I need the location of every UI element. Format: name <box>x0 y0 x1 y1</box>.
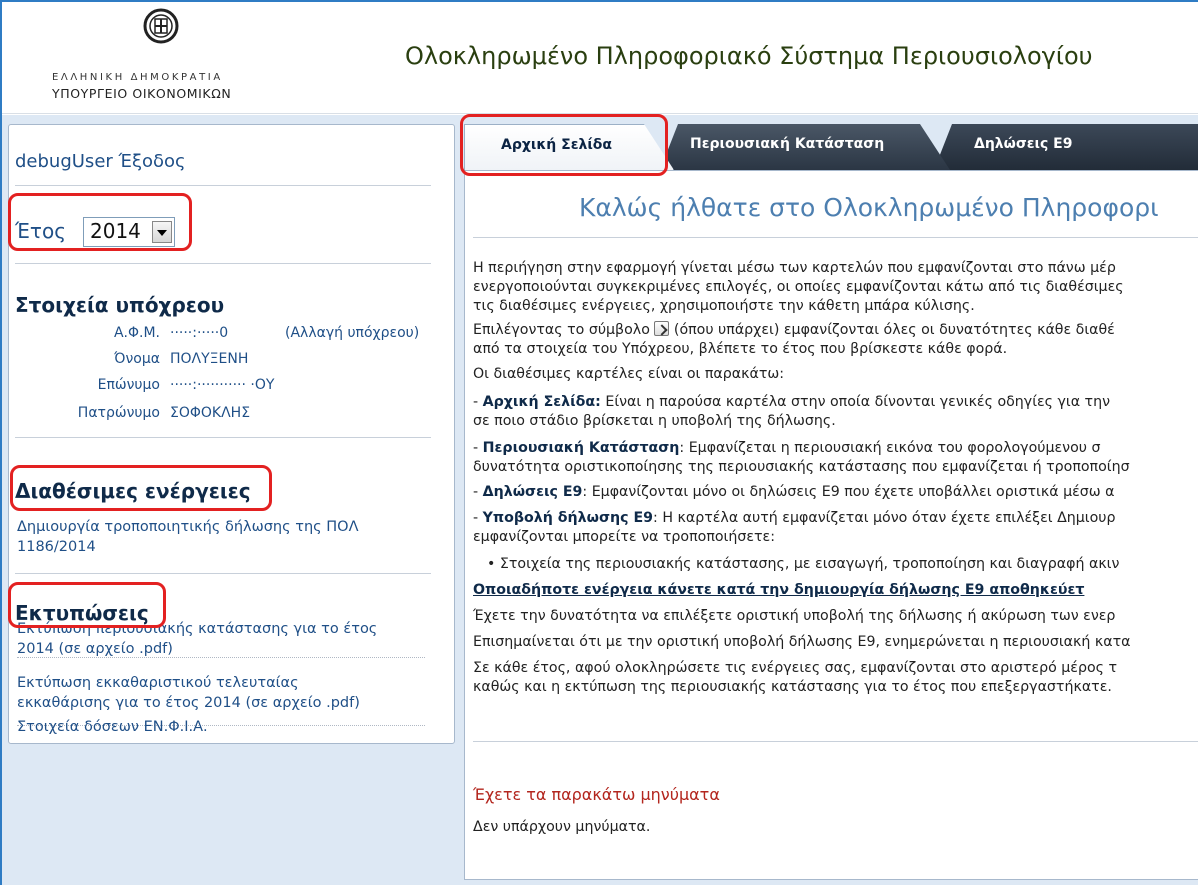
text-line: Η περιήγηση στην εφαρμογή γίνεται μέσω τ… <box>473 260 1116 276</box>
change-taxpayer-link[interactable]: (Αλλαγή υπόχρεου) <box>285 325 419 341</box>
ministry-logo: ΕΛΛΗΝΙΚΗ ΔΗΜΟΚΡΑΤΙΑ ΥΠΟΥΡΓΕΙΟ ΟΙΚΟΝΟΜΙΚΩ… <box>30 6 300 106</box>
sidebar: debugUser Έξοδος Έτος 2014 Στοιχεία υπόχ… <box>8 124 455 744</box>
surname-label: Επώνυμο <box>97 377 160 393</box>
paragraph: Σε κάθε έτος, αφού ολοκληρώσετε τις ενέρ… <box>473 659 1198 697</box>
link-line: εκκαθάρισης για το έτος 2014 (σε αρχείο … <box>17 695 360 711</box>
tab-label: Περιουσιακή Κατάσταση <box>690 136 885 152</box>
messages-text: Δεν υπάρχουν μηνύματα. <box>473 819 651 835</box>
year-label: Έτος <box>15 219 66 243</box>
text-line: εμφανίζονται μπορείτε να τροποποιήσετε: <box>473 529 776 545</box>
link-line: Εκτύπωση περιουσιακής κατάστασης για το … <box>17 621 378 637</box>
print-property-status-link[interactable]: Εκτύπωση περιουσιακής κατάστασης για το … <box>17 601 377 659</box>
text-line: Επιλέγοντας το σύμβολο <box>473 322 650 338</box>
welcome-heading: Καλώς ήλθατε στο Ολοκληρωμένο Πληροφορι <box>579 193 1159 222</box>
text-line: (όπου υπάρχει) εμφανίζονται όλες οι δυνα… <box>673 322 1115 338</box>
divider <box>473 237 1198 238</box>
logo-line-republic: ΕΛΛΗΝΙΚΗ ΔΗΜΟΚΡΑΤΙΑ <box>52 72 223 83</box>
print-clearance-link[interactable]: Εκτύπωση εκκαθαριστικού τελευταίας εκκαθ… <box>17 673 360 713</box>
term: Υποβολή δήλωσης Ε9 <box>482 510 654 526</box>
divider <box>473 741 1198 742</box>
paragraph: Οι διαθέσιμες καρτέλες είναι οι παρακάτω… <box>473 366 785 382</box>
text-line: ενεργοποιούνται συγκεκριμένες επιλογές, … <box>473 279 1124 295</box>
logo-line-ministry: ΥΠΟΥΡΓΕΙΟ ΟΙΚΟΝΟΜΙΚΩΝ <box>52 86 232 101</box>
afm-value: ·····:·····0 <box>170 325 229 341</box>
term: Περιουσιακή Κατάσταση <box>482 440 680 456</box>
text-line: : Η καρτέλα αυτή εμφανίζεται μόνο όταν έ… <box>653 510 1116 526</box>
tab-home[interactable]: Αρχική Σελίδα <box>464 124 674 170</box>
link-line: Εκτύπωση εκκαθαριστικού τελευταίας <box>17 675 299 691</box>
link-line: 1186/2014 <box>17 539 96 555</box>
app-title: Ολοκληρωμένο Πληροφοριακό Σύστημα Περιου… <box>405 42 1093 70</box>
notice-underlined: Οποιαδήποτε ενέργεια κάνετε κατά την δημ… <box>473 581 1198 600</box>
greek-emblem-icon <box>143 8 179 44</box>
paragraph-home-tab: - Αρχική Σελίδα: Είναι η παρούσα καρτέλα… <box>473 393 1198 431</box>
name-label: Όνομα <box>114 351 160 367</box>
tab-bar: Δηλώσεις Ε9 Περιουσιακή Κατάσταση Αρχική… <box>464 124 1198 170</box>
term: Δηλώσεις Ε9 <box>482 484 583 500</box>
divider <box>15 573 431 574</box>
main-content: Καλώς ήλθατε στο Ολοκληρωμένο Πληροφορι … <box>464 170 1198 880</box>
tab-property-status[interactable]: Περιουσιακή Κατάσταση <box>660 124 950 170</box>
taxpayer-section-title: Στοιχεία υπόχρεου <box>15 293 225 317</box>
text-line: Σε κάθε έτος, αφού ολοκληρώσετε τις ενέρ… <box>473 660 1118 676</box>
dotted-divider <box>17 657 425 658</box>
father-label: Πατρώνυμο <box>77 405 160 421</box>
paragraph-property-tab: - Περιουσιακή Κατάσταση: Εμφανίζεται η π… <box>473 439 1198 477</box>
tab-label: Αρχική Σελίδα <box>501 137 613 153</box>
text-line: Στοιχεία της περιουσιακής κατάστασης, με… <box>499 556 1120 572</box>
text-line: τις διαθέσιμες ενέργειες, χρησιμοποιήστε… <box>473 298 975 314</box>
divider <box>15 437 431 438</box>
afm-row: Α.Φ.Μ. ·····:·····0 (Αλλαγή υπόχρεου) <box>15 325 445 345</box>
surname-value: ·····:··········· ·ΟΥ <box>170 377 275 393</box>
text-line: δυνατότητα οριστικοποίησης της περιουσια… <box>473 459 1130 475</box>
tab-e9-declarations[interactable]: Δηλώσεις Ε9 <box>934 124 1198 170</box>
year-dropdown[interactable]: 2014 <box>83 217 175 247</box>
paragraph-submit-tab: - Υποβολή δήλωσης Ε9: Η καρτέλα αυτή εμφ… <box>473 509 1198 547</box>
logout-link[interactable]: Έξοδος <box>119 151 186 172</box>
paragraph-e9-tab: - Δηλώσεις Ε9: Εμφανίζονται μόνο οι δηλώ… <box>473 484 1115 500</box>
link-line: Δημιουργία τροποποιητικής δήλωσης της ΠΟ… <box>17 519 359 535</box>
paragraph: Επιλέγοντας το σύμβολο (όπου υπάρχει) εμ… <box>473 321 1198 359</box>
divider <box>15 263 431 264</box>
username: debugUser <box>15 151 113 172</box>
tab-label: Δηλώσεις Ε9 <box>974 136 1073 152</box>
name-value: ΠΟΛΥΞΕΝΗ <box>170 351 249 367</box>
text-line: από τα στοιχεία του Υπόχρεου, βλέπετε το… <box>473 341 1008 357</box>
create-amending-declaration-link[interactable]: Δημιουργία τροποποιητικής δήλωσης της ΠΟ… <box>17 517 359 557</box>
afm-label: Α.Φ.Μ. <box>113 325 160 341</box>
user-row: debugUser Έξοδος <box>15 151 186 172</box>
actions-section-title: Διαθέσιμες ενέργειες <box>15 479 251 503</box>
text-line: Είναι η παρούσα καρτέλα στην οποία δίνον… <box>605 394 1111 410</box>
name-row: Όνομα ΠΟΛΥΞΕΝΗ <box>15 351 445 371</box>
link-line: 2014 (σε αρχείο .pdf) <box>17 641 173 657</box>
expand-arrow-icon <box>654 321 670 336</box>
father-row: Πατρώνυμο ΣΟΦΟΚΛΗΣ <box>15 405 445 425</box>
paragraph: Έχετε την δυνατότητα να επιλέξετε οριστι… <box>473 608 1116 624</box>
header: ΕΛΛΗΝΙΚΗ ΔΗΜΟΚΡΑΤΙΑ ΥΠΟΥΡΓΕΙΟ ΟΙΚΟΝΟΜΙΚΩ… <box>2 2 1198 114</box>
paragraph: Επισημαίνεται ότι με την οριστική υποβολ… <box>473 634 1131 650</box>
text-line: σε ποιο στάδιο βρίσκεται η υποβολή της δ… <box>473 413 836 429</box>
text-line: καθώς και η εκτύπωση της περιουσιακής κα… <box>473 679 1112 695</box>
term: Αρχική Σελίδα: <box>482 394 601 410</box>
paragraph: Η περιήγηση στην εφαρμογή γίνεται μέσω τ… <box>473 259 1198 316</box>
father-value: ΣΟΦΟΚΛΗΣ <box>170 405 251 421</box>
text-line: Οποιαδήποτε ενέργεια κάνετε κατά την δημ… <box>473 582 1085 598</box>
enfia-installments-link[interactable]: Στοιχεία δόσεων ΕΝ.Φ.Ι.Α. <box>17 717 208 737</box>
divider <box>15 185 431 186</box>
text-line: : Εμφανίζονται μόνο οι δηλώσεις Ε9 που έ… <box>582 484 1115 500</box>
text-line: : Εμφανίζεται η περιουσιακή εικόνα του φ… <box>679 440 1101 456</box>
surname-row: Επώνυμο ·····:··········· ·ΟΥ <box>15 377 445 397</box>
bullet-item: • Στοιχεία της περιουσιακής κατάστασης, … <box>487 556 1120 572</box>
year-value: 2014 <box>90 219 141 243</box>
dropdown-arrow-icon[interactable] <box>152 221 172 243</box>
messages-title: Έχετε τα παρακάτω μηνύματα <box>473 785 720 804</box>
